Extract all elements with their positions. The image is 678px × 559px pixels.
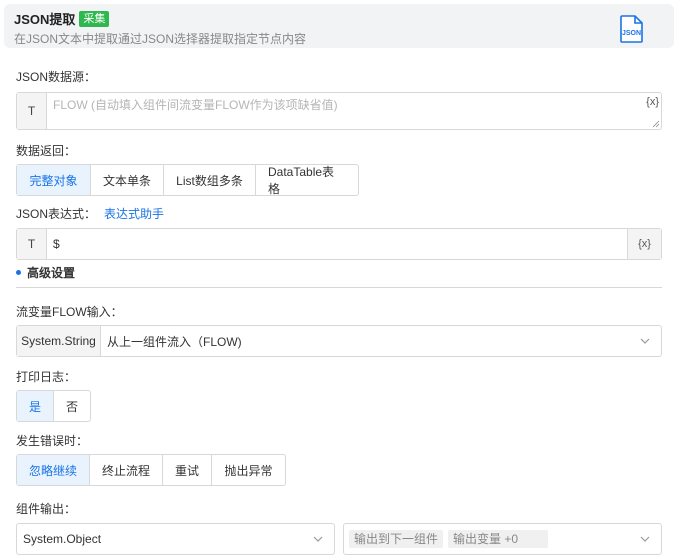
json-source-placeholder: FLOW (自动填入组件间流变量FLOW作为该项缺省值)	[53, 98, 338, 112]
expression-variable-button[interactable]: {x}	[627, 229, 661, 259]
output-next-component-tag: 输出到下一组件	[349, 530, 444, 548]
output-target-select[interactable]: 输出到下一组件 输出变量 +0	[343, 523, 662, 555]
json-expression-label-row: JSON表达式： 表达式助手	[16, 205, 164, 222]
text-type-prefix: T	[17, 93, 47, 129]
on-error-option-stop[interactable]: 终止流程	[90, 455, 163, 485]
section-bullet-icon	[16, 270, 21, 275]
resize-handle-icon[interactable]	[652, 120, 660, 128]
data-return-option-full-object[interactable]: 完整对象	[17, 165, 91, 195]
json-expression-label: JSON表达式：	[16, 207, 97, 221]
advanced-settings-title: 高级设置	[27, 266, 76, 280]
json-source-field[interactable]: T FLOW (自动填入组件间流变量FLOW作为该项缺省值) {x}	[16, 92, 662, 130]
output-type-value[interactable]: System.Object	[17, 524, 312, 554]
json-file-icon: JSON	[620, 15, 643, 43]
advanced-settings-section: 高级设置	[16, 266, 662, 288]
data-return-selector: 完整对象 文本单条 List数组多条 DataTable表格	[16, 164, 359, 196]
expression-helper-link[interactable]: 表达式助手	[104, 207, 164, 221]
chevron-down-icon[interactable]	[639, 335, 651, 347]
data-return-label: 数据返回：	[16, 144, 77, 158]
data-return-option-datatable[interactable]: DataTable表格	[256, 165, 358, 196]
json-source-label: JSON数据源：	[16, 70, 97, 84]
on-error-option-ignore[interactable]: 忽略继续	[17, 455, 90, 485]
component-title-row: JSON提取 采集	[14, 9, 110, 28]
print-log-option-yes[interactable]: 是	[17, 391, 54, 421]
print-log-option-no[interactable]: 否	[54, 391, 90, 421]
category-badge: 采集	[79, 10, 110, 27]
flow-input-select[interactable]: System.String 从上一组件流入（FLOW)	[16, 325, 662, 357]
json-expression-field[interactable]: T $ {x}	[16, 228, 662, 260]
chevron-down-icon[interactable]	[312, 533, 324, 545]
component-description: 在JSON文本中提取通过JSON选择器提取指定节点内容	[14, 32, 307, 46]
on-error-option-retry[interactable]: 重试	[163, 455, 212, 485]
expression-type-prefix: T	[17, 229, 47, 259]
json-source-textarea[interactable]: FLOW (自动填入组件间流变量FLOW作为该项缺省值) {x}	[47, 93, 661, 129]
component-output-label: 组件输出：	[16, 502, 77, 516]
on-error-option-throw[interactable]: 抛出异常	[212, 455, 285, 485]
component-title: JSON提取	[14, 12, 76, 27]
component-header: JSON提取 采集 在JSON文本中提取通过JSON选择器提取指定节点内容 JS…	[4, 4, 674, 48]
chevron-down-icon[interactable]	[639, 533, 651, 545]
print-log-label: 打印日志：	[16, 370, 77, 384]
print-log-selector: 是 否	[16, 390, 91, 422]
data-return-option-list[interactable]: List数组多条	[164, 165, 256, 195]
data-return-option-single-text[interactable]: 文本单条	[91, 165, 164, 195]
flow-input-value[interactable]: 从上一组件流入（FLOW)	[101, 326, 639, 356]
on-error-selector: 忽略继续 终止流程 重试 抛出异常	[16, 454, 286, 486]
flow-input-label: 流变量FLOW输入：	[16, 305, 123, 319]
json-expression-input[interactable]: $	[47, 229, 627, 259]
output-type-select[interactable]: System.Object	[16, 523, 335, 555]
json-icon-text: JSON	[622, 30, 641, 37]
insert-variable-button[interactable]: {x}	[646, 96, 659, 108]
on-error-label: 发生错误时：	[16, 434, 89, 448]
output-variable-tag: 输出变量 +0	[448, 530, 549, 548]
flow-input-type: System.String	[17, 326, 101, 356]
